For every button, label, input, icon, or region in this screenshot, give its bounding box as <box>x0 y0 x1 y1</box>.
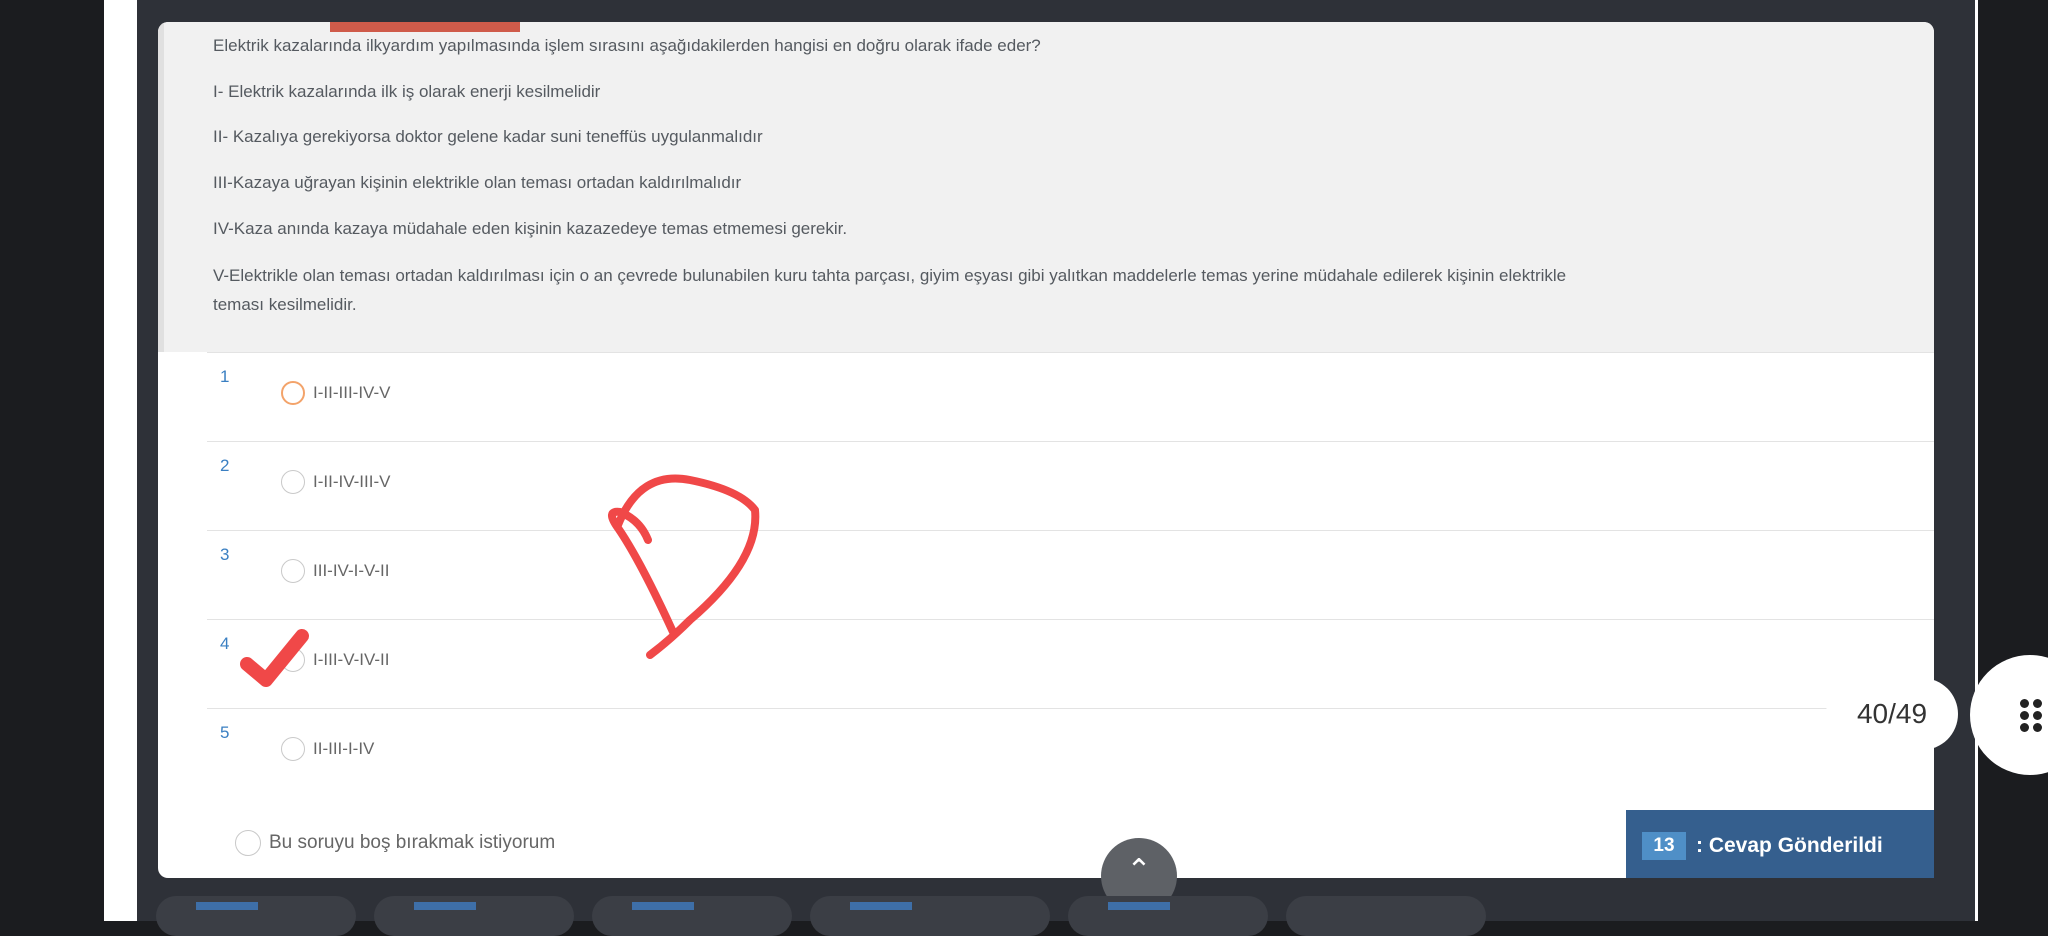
handwritten-d-annotation <box>608 474 760 659</box>
checkmark-icon <box>240 629 309 687</box>
handwritten-annotation-layer <box>240 474 760 687</box>
